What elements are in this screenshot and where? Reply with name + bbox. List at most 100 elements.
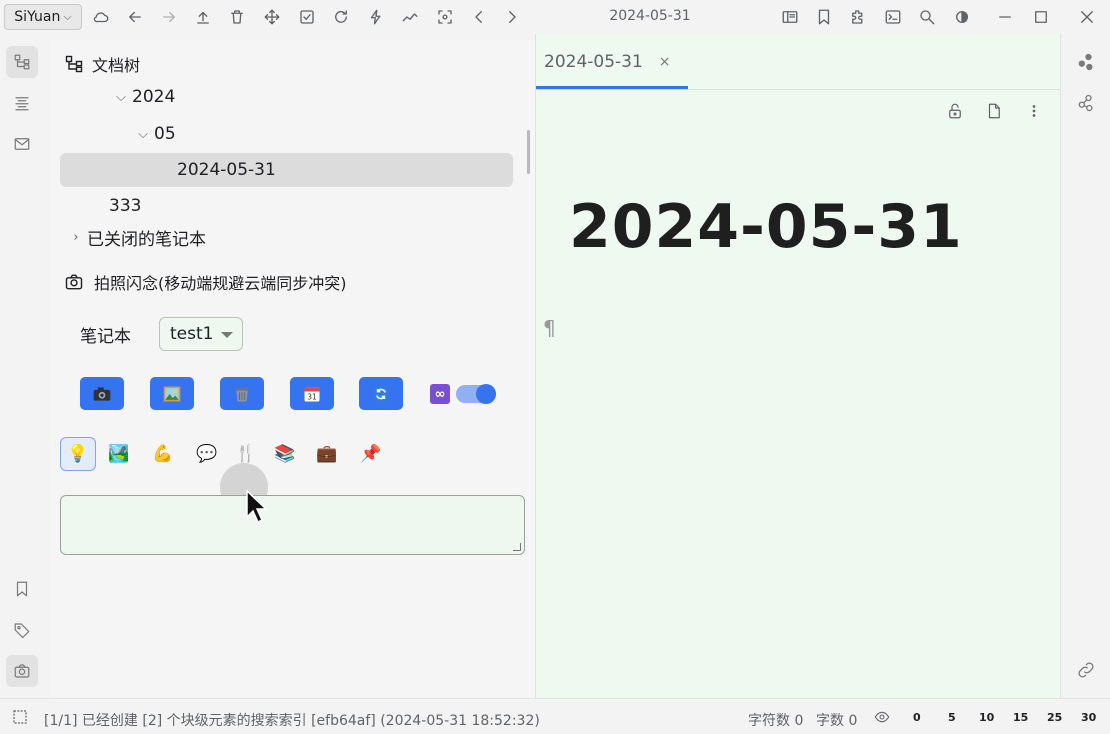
lightning-icon[interactable] <box>364 5 388 29</box>
refresh-icon[interactable] <box>329 5 353 29</box>
outline-dock-button[interactable] <box>6 87 38 119</box>
back-icon[interactable] <box>123 5 147 29</box>
calendar-icon: 31 <box>304 386 320 401</box>
outline-icon <box>15 97 29 111</box>
chevron-right-icon[interactable]: › <box>69 230 83 245</box>
lock-icon[interactable] <box>946 102 964 124</box>
cloud-icon[interactable] <box>89 5 113 29</box>
bookmark-icon[interactable] <box>812 5 836 29</box>
trash-icon[interactable] <box>225 5 249 29</box>
upload-icon[interactable] <box>191 5 215 29</box>
notebook-select[interactable]: test1 <box>159 317 243 351</box>
tab-2024-05-31[interactable]: 2024-05-31 × <box>536 34 688 90</box>
tree-item-label: 333 <box>109 196 142 216</box>
chevron-left-icon[interactable] <box>467 5 491 29</box>
emoji-briefcase-button[interactable]: 💼 <box>309 437 345 471</box>
scan-icon[interactable] <box>433 5 457 29</box>
chevron-right-icon[interactable] <box>500 5 524 29</box>
take-photo-button[interactable] <box>80 377 124 410</box>
emoji-books-button[interactable]: 📚 <box>267 437 303 471</box>
tab-label: 2024-05-31 <box>544 52 643 72</box>
emoji-pushpin-button[interactable]: 📌 <box>353 437 389 471</box>
tree-item-label: 05 <box>154 124 176 144</box>
brand-label: SiYuan <box>14 9 61 25</box>
picture-icon <box>163 386 181 401</box>
close-icon[interactable] <box>1075 5 1099 29</box>
pick-image-button[interactable] <box>150 377 194 410</box>
snapshot-panel-title: 拍照闪念(移动端规避云端同步冲突) <box>94 274 347 293</box>
tree-item-333[interactable]: 333 <box>109 196 141 216</box>
emoji-landscape-button[interactable]: 🏞️ <box>101 437 137 471</box>
book-icon[interactable] <box>778 5 802 29</box>
paragraph-mark-icon: ¶ <box>543 316 556 340</box>
graph-view-icon[interactable] <box>1076 52 1096 76</box>
maximize-icon[interactable] <box>1029 5 1053 29</box>
file-tree-dock-button[interactable] <box>6 46 38 78</box>
more-icon[interactable] <box>1025 102 1043 124</box>
link-icon[interactable] <box>1076 660 1096 684</box>
mail-icon <box>14 138 30 150</box>
document-icon[interactable] <box>985 102 1003 124</box>
word-count: 字数 0 <box>816 713 858 729</box>
resize-handle-icon[interactable] <box>513 543 521 551</box>
document-title[interactable]: 2024-05-31 <box>569 192 963 262</box>
emoji-muscle-button[interactable]: 💪 <box>145 437 181 471</box>
closed-notebooks-label: 已关闭的笔记本 <box>87 230 206 250</box>
chevron-down-icon[interactable]: ⌵ <box>114 90 128 105</box>
right-dock <box>1060 34 1110 698</box>
tree-item-2024-05-31[interactable]: 2024-05-31 <box>60 153 513 187</box>
sync-button[interactable] <box>359 377 403 410</box>
camera-icon <box>93 386 111 401</box>
chevron-down-icon[interactable]: ⌵ <box>136 127 150 142</box>
eye-icon[interactable] <box>873 709 891 725</box>
search-icon[interactable] <box>915 5 939 29</box>
file-tree-header: 文档树 <box>64 52 140 76</box>
zoom-mark: 30 <box>1081 711 1097 724</box>
tree-icon <box>14 54 30 70</box>
tag-dock-button[interactable] <box>6 614 38 646</box>
snapshot-dock-button[interactable] <box>6 655 38 687</box>
scrollbar-thumb[interactable] <box>527 130 530 174</box>
dropdown-arrow-icon <box>221 332 233 338</box>
inbox-dock-button[interactable] <box>6 128 38 160</box>
terminal-icon[interactable] <box>881 5 905 29</box>
dock-toggle-icon[interactable] <box>12 709 28 725</box>
toggle-knob <box>476 384 496 404</box>
note-textarea[interactable] <box>60 495 525 555</box>
continuous-toggle[interactable] <box>456 384 496 404</box>
status-message: [1/1] 已经创建 [2] 个块级元素的搜索索引 [efb64af] (202… <box>44 713 540 729</box>
window-title: 2024-05-31 <box>609 8 691 24</box>
tree-item-label: 2024-05-31 <box>177 160 276 180</box>
tree-item-2024[interactable]: ⌵ 2024 <box>114 87 175 107</box>
emoji-speech-button[interactable]: 💬 <box>189 437 225 471</box>
tree-item-05[interactable]: ⌵ 05 <box>136 124 176 144</box>
delete-button[interactable] <box>220 377 264 410</box>
bookmark-dock-button[interactable] <box>6 573 38 605</box>
top-toolbar: SiYuan ⌵ 2024-05-31 <box>0 0 1110 34</box>
emoji-bulb-button[interactable]: 💡 <box>60 437 96 471</box>
plugin-icon[interactable] <box>846 5 870 29</box>
calendar-button[interactable]: 31 <box>290 377 334 410</box>
left-dock <box>0 34 44 698</box>
global-graph-icon[interactable] <box>1076 93 1096 117</box>
minimize-icon[interactable] <box>993 5 1017 29</box>
camera-icon <box>65 274 83 290</box>
move-icon[interactable] <box>260 5 284 29</box>
tab-close-icon[interactable]: × <box>659 54 671 70</box>
zoom-mark: 0 <box>913 711 921 724</box>
sync-icon <box>373 386 389 401</box>
zoom-mark: 10 <box>979 711 995 724</box>
graph-icon[interactable] <box>398 5 422 29</box>
notebook-label: 笔记本 <box>80 327 131 347</box>
camera-icon <box>14 664 30 678</box>
tree-icon <box>65 55 83 73</box>
closed-notebooks[interactable]: › 已关闭的笔记本 <box>69 225 206 250</box>
forward-icon[interactable] <box>157 5 181 29</box>
svg-text:31: 31 <box>307 392 317 401</box>
theme-icon[interactable] <box>950 5 974 29</box>
tab-bar: 2024-05-31 × <box>536 34 1060 90</box>
checkbox-icon[interactable] <box>295 5 319 29</box>
chevron-down-icon: ⌵ <box>63 10 72 23</box>
workspace-menu-button[interactable]: SiYuan ⌵ <box>4 4 82 30</box>
infinity-icon: ∞ <box>430 384 450 404</box>
